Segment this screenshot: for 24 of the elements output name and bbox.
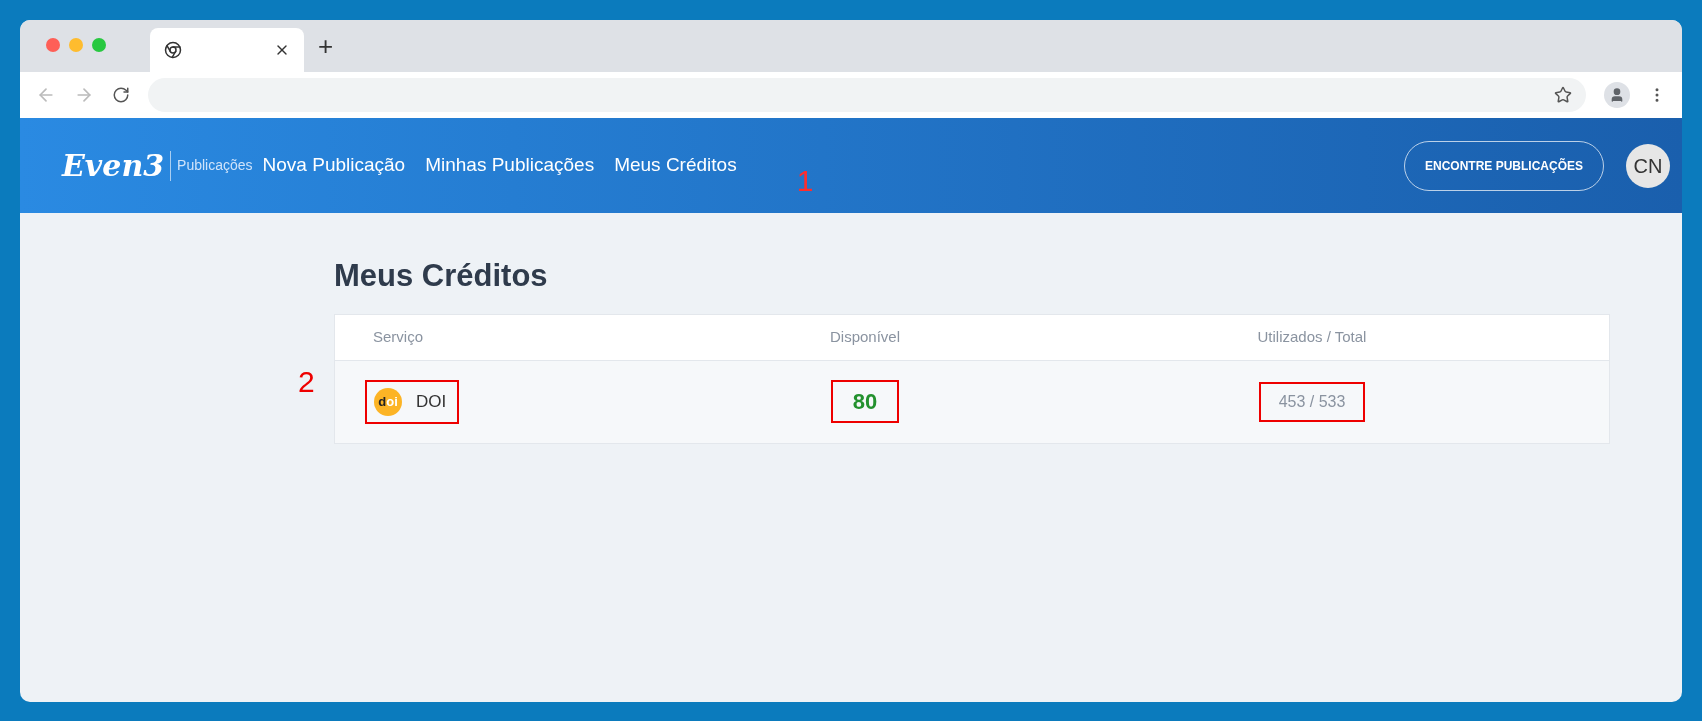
- column-header: Serviço: [372, 326, 425, 347]
- browser-logo-icon: [164, 41, 182, 59]
- nav-link[interactable]: Nova Publicação: [262, 151, 406, 180]
- page-title: Meus Créditos: [334, 257, 549, 295]
- used-total-count: 453 / 533: [1258, 381, 1366, 422]
- available-count: 80: [830, 380, 900, 423]
- logo[interactable]: Even3: [62, 150, 172, 181]
- find-publications-button[interactable]: ENCONTRE PUBLICAÇÕES: [1404, 140, 1604, 191]
- new-tab-button[interactable]: +: [318, 33, 334, 59]
- doi-logo-icon: doi: [374, 387, 402, 416]
- annotation-number: 1: [796, 163, 814, 199]
- nav-link[interactable]: Minhas Publicações: [425, 151, 595, 180]
- profile-icon[interactable]: [1604, 82, 1630, 108]
- column-header: Utilizados / Total: [1256, 326, 1368, 347]
- nav-link[interactable]: Meus Créditos: [614, 151, 737, 180]
- user-avatar[interactable]: CN: [1626, 143, 1670, 188]
- close-window-icon[interactable]: [46, 38, 60, 52]
- bookmark-star-icon[interactable]: [1554, 86, 1572, 104]
- maximize-window-icon[interactable]: [92, 38, 106, 52]
- reload-icon[interactable]: [112, 86, 130, 104]
- column-header: Disponível: [828, 326, 901, 347]
- logo-subtitle: Publicações: [177, 156, 253, 175]
- annotation-number: 2: [297, 367, 316, 397]
- service-name: DOI: [416, 390, 448, 413]
